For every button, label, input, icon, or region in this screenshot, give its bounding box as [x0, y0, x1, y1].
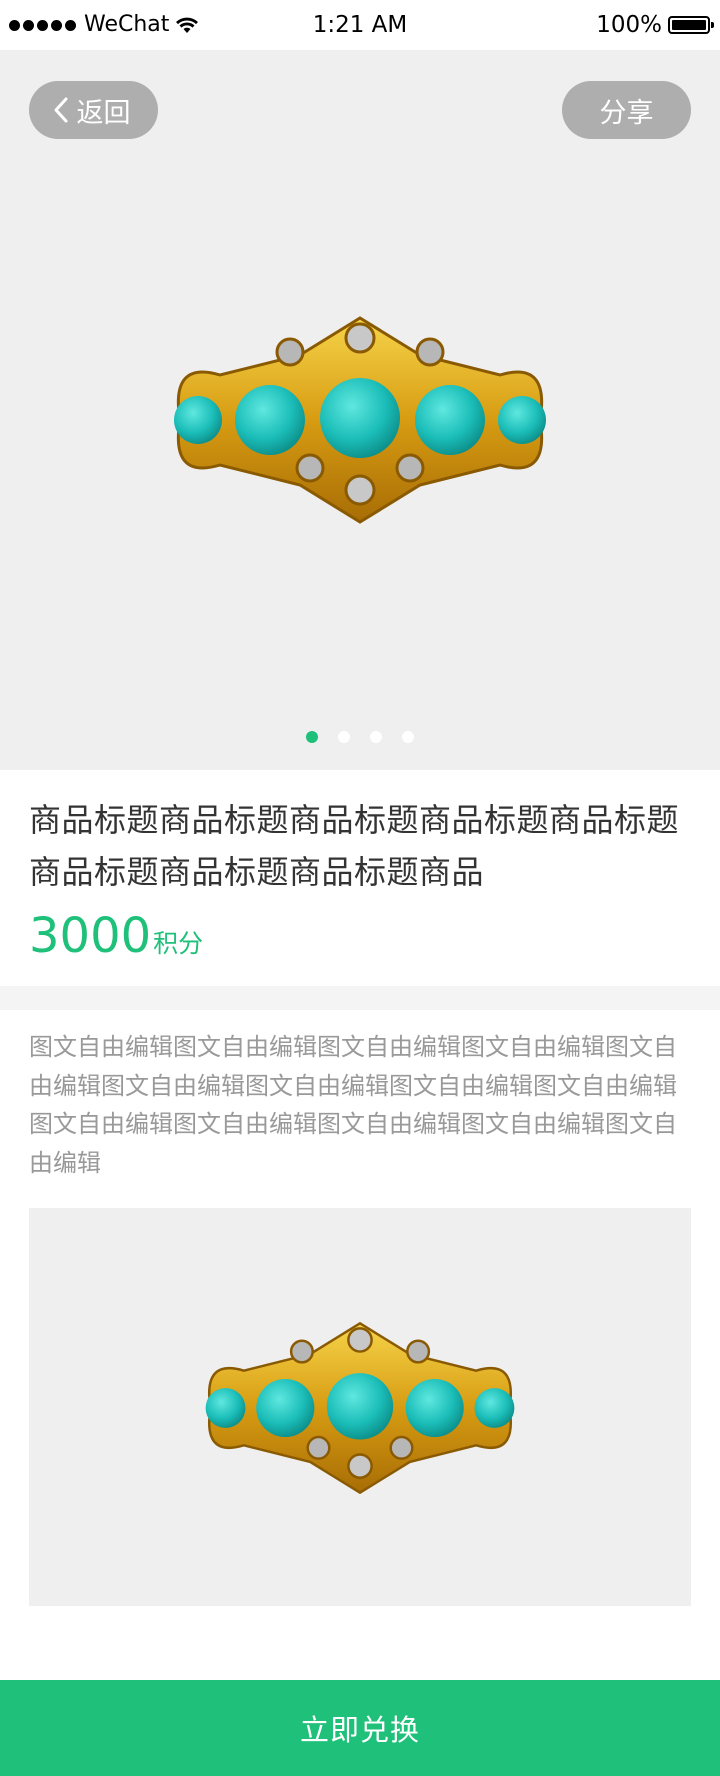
share-button[interactable]: 分享: [562, 81, 691, 139]
product-title: 商品标题商品标题商品标题商品标题商品标题商品标题商品标题商品标题商品: [29, 801, 680, 891]
carousel-dot[interactable]: [402, 731, 414, 743]
price-value: 3000: [29, 908, 152, 964]
carousel-dot[interactable]: [338, 731, 350, 743]
carousel-dot[interactable]: [306, 731, 318, 743]
product-detail: 图文自由编辑图文自由编辑图文自由编辑图文自由编辑图文自由编辑图文自由编辑图文自由…: [0, 1010, 720, 1680]
detail-image: [29, 1208, 691, 1606]
battery-icon: [668, 16, 714, 34]
detail-product-image: [205, 1321, 515, 1495]
detail-description: 图文自由编辑图文自由编辑图文自由编辑图文自由编辑图文自由编辑图文自由编辑图文自由…: [29, 1033, 677, 1177]
status-right: 100%: [596, 11, 714, 39]
back-button[interactable]: 返回: [29, 81, 158, 139]
chevron-left-icon: [54, 97, 67, 123]
product-price: 3000 积分: [29, 906, 203, 966]
back-label: 返回: [76, 97, 131, 129]
status-bar: WeChat 1:21 AM 100%: [0, 0, 720, 50]
carousel-dot[interactable]: [370, 731, 382, 743]
section-divider: [0, 986, 720, 1010]
product-detail-page: WeChat 1:21 AM 100% 返回 分享 商品标题商品标题商品标题商品…: [0, 0, 720, 1776]
redeem-now-button[interactable]: 立即兑换: [0, 1680, 720, 1776]
product-image: [174, 316, 546, 524]
battery-percent: 100%: [596, 12, 662, 38]
price-unit: 积分: [153, 929, 204, 958]
product-image-carousel[interactable]: 返回 分享: [0, 50, 720, 770]
product-info: 商品标题商品标题商品标题商品标题商品标题商品标题商品标题商品标题商品 3000 …: [0, 770, 720, 986]
carousel-indicator: [0, 731, 720, 743]
